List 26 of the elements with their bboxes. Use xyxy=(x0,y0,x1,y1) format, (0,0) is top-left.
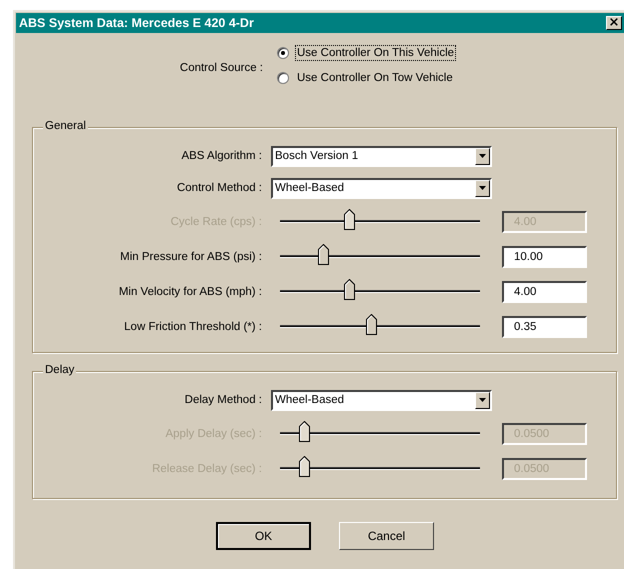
field-label: Min Pressure for ABS (psi) : xyxy=(119,250,262,262)
ok-button[interactable]: OK xyxy=(216,522,311,550)
cancel-button[interactable]: Cancel xyxy=(339,522,434,550)
dropdown[interactable]: Wheel-Based xyxy=(271,178,492,198)
field-label: Control Method : xyxy=(176,182,262,194)
dropdown[interactable]: Bosch Version 1 xyxy=(271,146,492,166)
field-label: Min Velocity for ABS (mph) : xyxy=(118,286,262,298)
field-label: Low Friction Threshold (*) : xyxy=(123,320,262,332)
radio-label[interactable]: Use Controller On Tow Vehicle xyxy=(295,70,455,86)
field-label: Delay Method : xyxy=(184,394,262,406)
field-label: ABS Algorithm : xyxy=(180,150,262,162)
field-label: Control Source : xyxy=(178,61,263,76)
slider-thumb[interactable] xyxy=(318,244,329,265)
value-field[interactable]: 10.00 xyxy=(502,246,587,268)
radio-label[interactable]: Use Controller On This Vehicle xyxy=(295,45,456,61)
value-field[interactable]: 0.35 xyxy=(502,316,587,338)
slider-thumb[interactable] xyxy=(366,314,377,335)
dropdown[interactable]: Wheel-Based xyxy=(271,390,492,410)
radio-button[interactable] xyxy=(277,72,289,84)
value-field[interactable]: 4.00 xyxy=(502,280,587,302)
close-button[interactable]: × xyxy=(606,16,622,30)
radio-button[interactable] xyxy=(277,47,289,59)
slider-thumb[interactable] xyxy=(344,279,355,300)
window-title: ABS System Data: Mercedes E 420 4-Dr xyxy=(19,16,254,30)
group-title: Delay xyxy=(43,364,76,376)
group-title: General xyxy=(43,120,88,132)
